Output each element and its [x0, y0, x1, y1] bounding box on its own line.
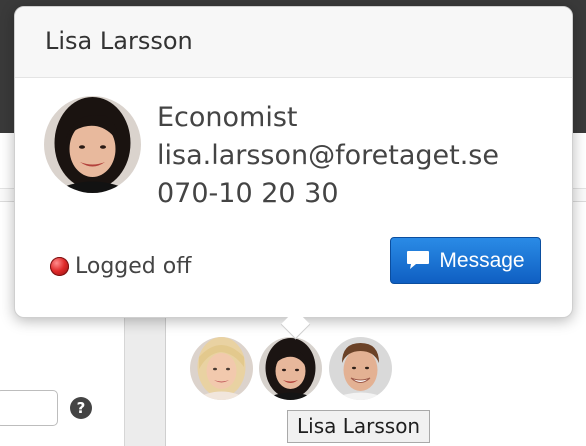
phone-number: 070-10 20 30 — [157, 178, 339, 209]
presence-status: Logged off — [50, 254, 191, 279]
profile-photo — [44, 96, 141, 193]
email-link[interactable]: lisa.larsson@foretaget.se — [157, 137, 499, 175]
message-button-label: Message — [439, 248, 525, 272]
avatar-smiling-man[interactable] — [329, 337, 392, 400]
popover-header: Lisa Larsson — [15, 7, 572, 78]
avatar-tooltip: Lisa Larsson — [287, 410, 431, 443]
speech-bubble-icon — [406, 250, 430, 271]
job-title: Economist — [157, 102, 298, 133]
avatar-lisa-larsson[interactable] — [259, 337, 322, 400]
status-dot-icon — [50, 257, 69, 276]
avatar-blonde-woman[interactable] — [190, 337, 253, 400]
contact-card-popover: Lisa Larsson Economist lisa.larsson@fore… — [14, 6, 573, 340]
popover-title: Lisa Larsson — [45, 27, 193, 55]
question-icon[interactable]: ? — [70, 397, 92, 419]
status-label: Logged off — [75, 254, 192, 279]
contact-info: Economist lisa.larsson@foretaget.se 070-… — [157, 99, 499, 213]
message-button[interactable]: Message — [390, 237, 541, 284]
text-input[interactable] — [0, 390, 58, 426]
